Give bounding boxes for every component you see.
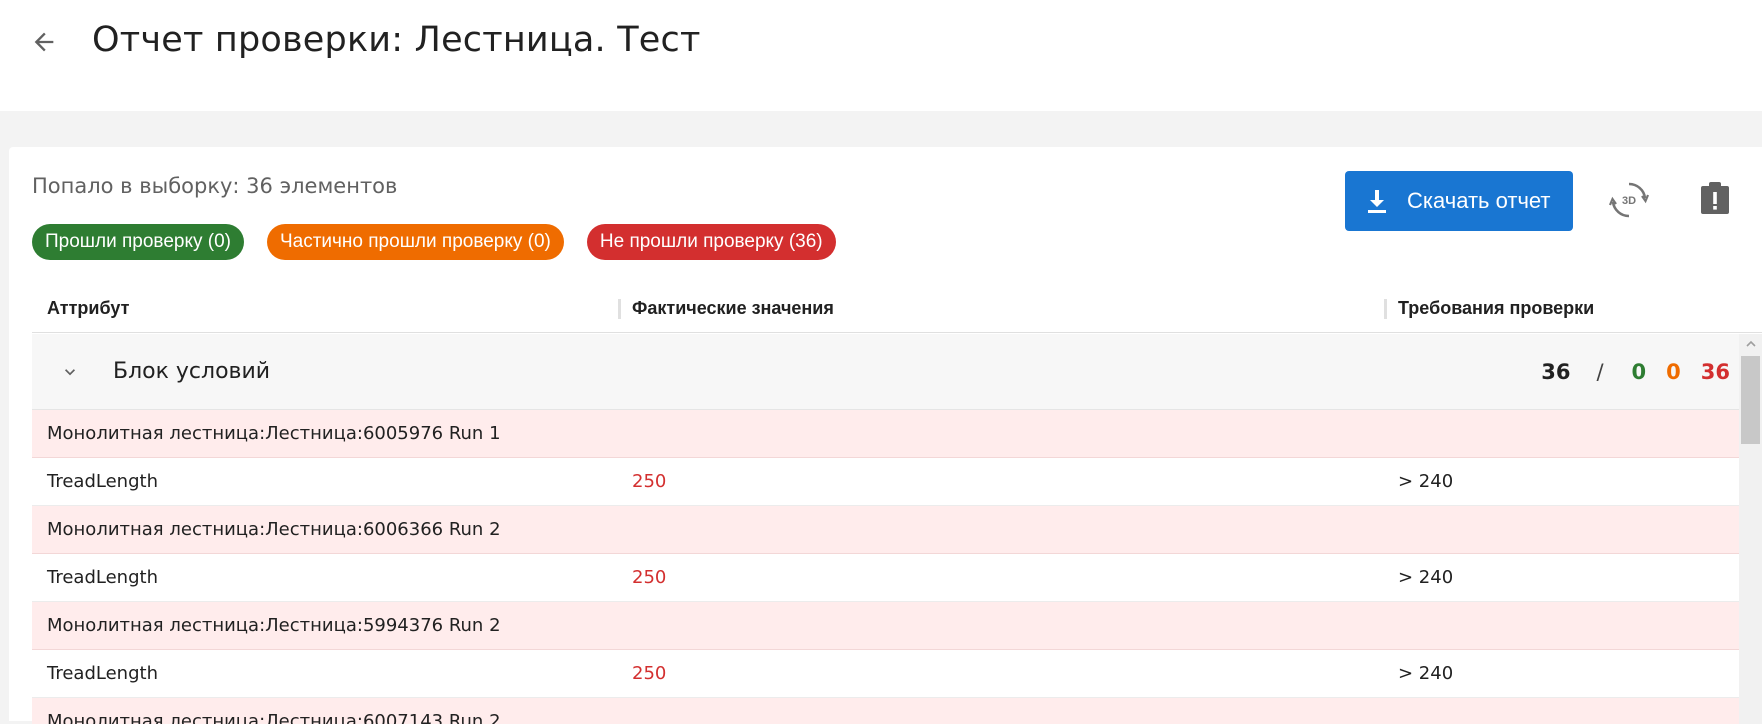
report-issues-button[interactable] xyxy=(1695,178,1735,218)
arrow-left-icon xyxy=(34,32,54,52)
table-body: Блок условий 36 / 0 0 36 Монолитная лест… xyxy=(32,334,1739,724)
scroll-up-arrow[interactable] xyxy=(1739,334,1762,354)
requirement-value: > 240 xyxy=(1398,567,1454,588)
requirement-value: > 240 xyxy=(1398,663,1454,684)
element-row[interactable]: Монолитная лестница:Лестница:6005976 Run… xyxy=(32,410,1739,458)
report-table: Аттрибут Фактические значения Требования… xyxy=(32,283,1762,724)
scroll-thumb[interactable] xyxy=(1741,356,1760,444)
table-header: Аттрибут Фактические значения Требования… xyxy=(32,283,1762,333)
column-header-requirement[interactable]: Требования проверки xyxy=(1398,283,1594,333)
selection-summary: Попало в выборку: 36 элементов xyxy=(32,174,398,198)
attribute-name: TreadLength xyxy=(47,471,158,492)
attribute-name: TreadLength xyxy=(47,663,158,684)
element-row[interactable]: Монолитная лестница:Лестница:5994376 Run… xyxy=(32,602,1739,650)
rotate-3d-icon: 3D xyxy=(1608,182,1650,218)
group-row[interactable]: Блок условий 36 / 0 0 36 xyxy=(32,334,1739,410)
group-label: Блок условий xyxy=(113,359,271,384)
column-resize-handle[interactable] xyxy=(1384,299,1387,319)
status-filters: Прошли проверку (0) Частично прошли пров… xyxy=(32,224,836,260)
page-title: Отчет проверки: Лестница. Тест xyxy=(92,20,701,60)
report-card: Попало в выборку: 36 элементов Прошли пр… xyxy=(9,147,1762,724)
element-row[interactable]: Монолитная лестница:Лестница:6006366 Run… xyxy=(32,506,1739,554)
actual-value: 250 xyxy=(632,471,667,492)
count-total: 36 xyxy=(1541,360,1571,384)
column-resize-handle[interactable] xyxy=(618,299,621,319)
requirement-value: > 240 xyxy=(1398,471,1454,492)
count-partial: 0 xyxy=(1666,360,1681,384)
download-icon xyxy=(1365,188,1389,214)
count-separator: / xyxy=(1596,360,1604,384)
table-scrollbar[interactable] xyxy=(1739,334,1762,724)
element-row[interactable]: Монолитная лестница:Лестница:6007143 Run… xyxy=(32,698,1739,724)
top-bar: Отчет проверки: Лестница. Тест xyxy=(0,0,1762,111)
view-3d-label: 3D xyxy=(1622,195,1636,207)
filter-failed-chip[interactable]: Не прошли проверку (36) xyxy=(586,224,836,260)
clipboard-alert-icon xyxy=(1701,182,1729,214)
back-button[interactable] xyxy=(24,22,64,62)
filter-passed-chip[interactable]: Прошли проверку (0) xyxy=(32,224,244,260)
attribute-row[interactable]: TreadLength 250 > 240 xyxy=(32,554,1739,602)
filter-partial-chip[interactable]: Частично прошли проверку (0) xyxy=(266,224,564,260)
actual-value: 250 xyxy=(632,567,667,588)
count-failed: 36 xyxy=(1700,360,1730,384)
attribute-row[interactable]: TreadLength 250 > 240 xyxy=(32,458,1739,506)
attribute-name: TreadLength xyxy=(47,567,158,588)
download-report-button[interactable]: Скачать отчет xyxy=(1345,171,1573,231)
attribute-row[interactable]: TreadLength 250 > 240 xyxy=(32,650,1739,698)
download-report-label: Скачать отчет xyxy=(1407,188,1551,213)
actual-value: 250 xyxy=(632,663,667,684)
column-header-actual[interactable]: Фактические значения xyxy=(632,283,834,333)
count-passed: 0 xyxy=(1631,360,1647,384)
column-header-attribute[interactable]: Аттрибут xyxy=(47,283,129,333)
group-counts: 36 / 0 0 36 xyxy=(1521,334,1730,410)
chevron-down-icon[interactable] xyxy=(58,360,82,384)
view-3d-button[interactable]: 3D xyxy=(1606,177,1652,223)
